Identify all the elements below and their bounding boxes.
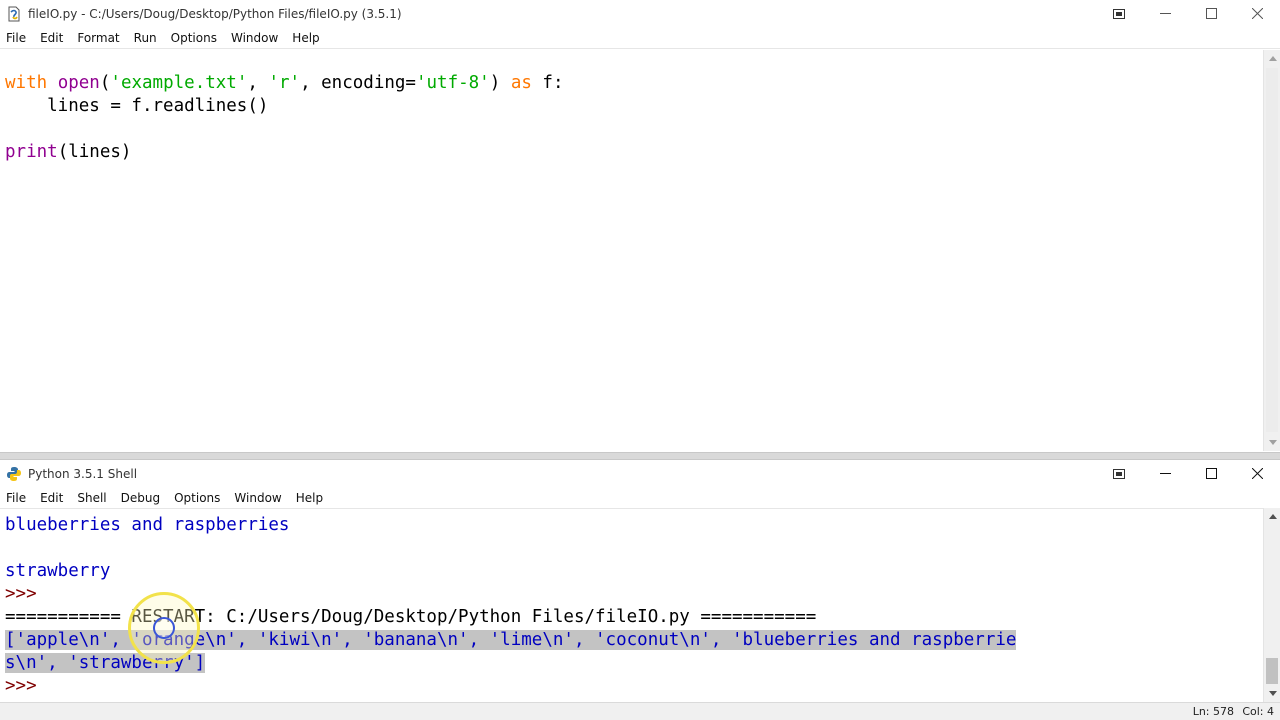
status-line-number: Ln: 578	[1192, 705, 1234, 718]
shell-close-button[interactable]	[1234, 460, 1280, 487]
python-logo-icon	[7, 466, 21, 481]
shell-window-title: Python 3.5.1 Shell	[28, 466, 138, 481]
builtin-print: print	[5, 142, 58, 162]
idle-file-icon	[8, 6, 20, 21]
string-filename: 'example.txt'	[110, 73, 248, 93]
shell-output-line: blueberries and raspberries	[5, 515, 290, 535]
editor-restore-side-button[interactable]	[1096, 0, 1142, 27]
shell-restore-side-button[interactable]	[1096, 460, 1142, 487]
shell-menu-file[interactable]: File	[0, 491, 33, 505]
close-icon	[1251, 468, 1263, 479]
shell-maximize-button[interactable]	[1188, 460, 1234, 487]
arrow-up-icon	[1268, 514, 1277, 519]
editor-minimize-button[interactable]	[1142, 0, 1188, 27]
shell-output-line: strawberry	[5, 561, 111, 581]
editor-code-area[interactable]: with open('example.txt', 'r', encoding='…	[0, 72, 1263, 452]
code-encoding-arg: , encoding=	[300, 73, 416, 93]
shell-menu-help[interactable]: Help	[289, 491, 330, 505]
string-mode: 'r'	[268, 73, 301, 93]
editor-maximize-button[interactable]	[1188, 0, 1234, 27]
shell-menu-debug[interactable]: Debug	[114, 491, 167, 505]
shell-scroll-thumb[interactable]	[1266, 658, 1278, 684]
shell-scrollbar[interactable]	[1263, 508, 1280, 702]
editor-window-title: fileIO.py - C:/Users/Doug/Desktop/Python…	[28, 6, 402, 21]
editor-menubar: File Edit Format Run Options Window Help	[0, 27, 1280, 49]
editor-menu-run[interactable]: Run	[127, 31, 164, 45]
editor-scroll-thumb[interactable]	[1266, 68, 1278, 432]
editor-scroll-up-button[interactable]	[1264, 50, 1280, 67]
code-line-4: print(lines)	[5, 141, 1263, 164]
window-divider	[0, 452, 1280, 460]
code-paren-close: )	[489, 73, 511, 93]
builtin-open: open	[57, 73, 100, 93]
snap-icon	[1113, 8, 1125, 19]
shell-titlebar[interactable]: Python 3.5.1 Shell	[0, 460, 1280, 487]
arrow-up-icon	[1268, 56, 1277, 61]
minimize-icon	[1159, 13, 1171, 14]
maximize-icon	[1205, 8, 1217, 19]
shell-blank-line	[5, 537, 1263, 560]
code-line-1: with open('example.txt', 'r', encoding='…	[5, 72, 1263, 95]
shell-menu-options[interactable]: Options	[167, 491, 227, 505]
snap-icon	[1113, 468, 1125, 479]
shell-menubar: File Edit Shell Debug Options Window Hel…	[0, 487, 1280, 509]
editor-window: fileIO.py - C:/Users/Doug/Desktop/Python…	[0, 0, 1280, 452]
editor-menu-edit[interactable]: Edit	[33, 31, 70, 45]
shell-menu-window[interactable]: Window	[227, 491, 288, 505]
editor-menu-options[interactable]: Options	[164, 31, 224, 45]
shell-scroll-down-button[interactable]	[1264, 685, 1280, 702]
editor-menu-format[interactable]: Format	[70, 31, 126, 45]
editor-titlebar[interactable]: fileIO.py - C:/Users/Doug/Desktop/Python…	[0, 0, 1280, 27]
shell-scroll-up-button[interactable]	[1264, 508, 1280, 525]
status-column-number: Col: 4	[1242, 705, 1274, 718]
editor-menu-file[interactable]: File	[0, 31, 33, 45]
editor-scrollbar[interactable]	[1263, 50, 1280, 451]
close-icon	[1251, 8, 1263, 19]
code-paren: (	[99, 73, 111, 93]
editor-menu-help[interactable]: Help	[285, 31, 326, 45]
shell-menu-edit[interactable]: Edit	[33, 491, 70, 505]
mouse-cursor-icon	[153, 617, 175, 639]
code-print-args: (lines)	[57, 142, 132, 162]
shell-result-line-2: s\n', 'strawberry']	[5, 652, 1263, 675]
shell-minimize-button[interactable]	[1142, 460, 1188, 487]
shell-prompt: >>>	[5, 584, 37, 604]
string-encoding: 'utf-8'	[415, 73, 490, 93]
keyword-as: as	[510, 73, 532, 93]
shell-window: Python 3.5.1 Shell File Edit Shell Debug…	[0, 460, 1280, 720]
arrow-down-icon	[1268, 440, 1277, 445]
code-alias: f:	[531, 73, 564, 93]
editor-close-button[interactable]	[1234, 0, 1280, 27]
minimize-icon	[1159, 473, 1171, 474]
code-comma: ,	[247, 73, 269, 93]
arrow-down-icon	[1268, 691, 1277, 696]
editor-scroll-down-button[interactable]	[1264, 434, 1280, 451]
shell-statusbar: Ln: 578 Col: 4	[0, 702, 1280, 720]
maximize-icon	[1205, 468, 1217, 479]
keyword-with: with	[5, 73, 48, 93]
editor-menu-window[interactable]: Window	[224, 31, 285, 45]
code-line-2: lines = f.readlines()	[5, 96, 269, 116]
shell-menu-shell[interactable]: Shell	[70, 491, 113, 505]
shell-active-prompt[interactable]: >>>	[5, 675, 1263, 698]
